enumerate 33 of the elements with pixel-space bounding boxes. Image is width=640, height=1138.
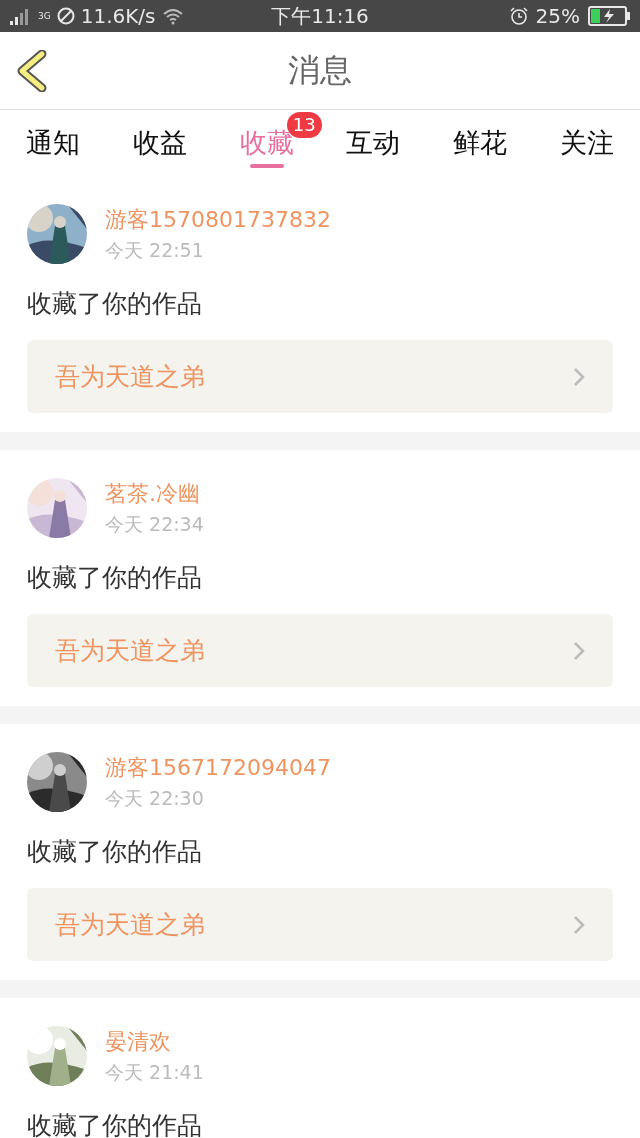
timestamp: 今天 22:34 — [105, 512, 204, 537]
tab[interactable]: 收益 — [132, 110, 187, 176]
work-link[interactable]: 吾为天道之弟 — [27, 340, 613, 413]
tab[interactable]: 通知 — [26, 110, 80, 176]
battery-charging-icon — [588, 6, 630, 26]
message-text: 收藏了你的作品 — [27, 1110, 203, 1138]
battery-level: 25% — [535, 4, 580, 28]
chevron-right-icon — [573, 914, 585, 935]
timestamp: 今天 22:30 — [105, 786, 205, 811]
tab[interactable]: 互动 — [346, 110, 401, 176]
network-speed: 11.6K/s — [80, 4, 156, 28]
tab[interactable]: 鲜花 — [453, 110, 508, 176]
work-link[interactable]: 吾为天道之弟 — [27, 614, 613, 687]
wifi-icon — [161, 7, 184, 25]
user-name[interactable]: 游客1567172094047 — [105, 752, 331, 784]
tab[interactable]: 关注 — [560, 110, 614, 176]
message-text: 收藏了你的作品 — [27, 836, 203, 868]
user-name[interactable]: 晏清欢 — [105, 1026, 204, 1058]
alarm-icon — [509, 7, 528, 25]
back-icon[interactable] — [16, 50, 48, 92]
chevron-right-icon — [573, 640, 585, 661]
clock: 下午11:16 — [271, 2, 369, 30]
user-name[interactable]: 游客1570801737832 — [105, 204, 331, 236]
message-text: 收藏了你的作品 — [27, 288, 203, 320]
chevron-right-icon — [573, 366, 585, 387]
user-name[interactable]: 茗茶.冷幽 — [105, 478, 204, 510]
work-link[interactable]: 吾为天道之弟 — [27, 888, 613, 961]
page-title: 消息 — [288, 49, 352, 91]
no-sim-icon — [56, 7, 75, 25]
network-type: 3G — [38, 11, 51, 21]
timestamp: 今天 21:41 — [105, 1060, 204, 1085]
message-text: 收藏了你的作品 — [27, 562, 203, 594]
timestamp: 今天 22:51 — [105, 238, 205, 263]
